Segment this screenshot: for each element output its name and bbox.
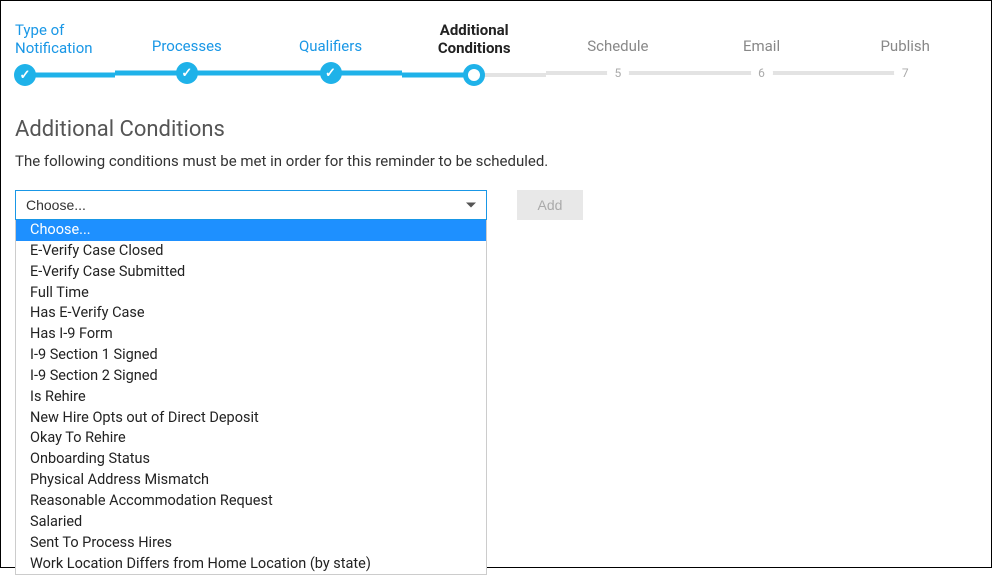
page-description: The following conditions must be met in … — [15, 152, 977, 170]
check-icon — [320, 62, 342, 84]
step-label: Publish — [880, 21, 929, 61]
step-1[interactable]: Type of Notification — [15, 21, 115, 87]
condition-dropdown: Choose...E-Verify Case ClosedE-Verify Ca… — [15, 220, 487, 575]
step-7: Publish7 — [833, 21, 977, 85]
step-track — [402, 63, 546, 87]
dropdown-option[interactable]: New Hire Opts out of Direct Deposit — [16, 408, 486, 429]
step-label: Email — [743, 21, 780, 61]
condition-select-wrap: Choose... Choose...E-Verify Case ClosedE… — [15, 190, 487, 220]
step-track — [259, 61, 403, 85]
dropdown-option[interactable]: Is Rehire — [16, 387, 486, 408]
step-track — [115, 61, 259, 85]
dropdown-option[interactable]: Choose... — [16, 220, 486, 241]
step-label: Type of Notification — [15, 21, 93, 63]
step-4[interactable]: Additional Conditions — [402, 21, 546, 87]
step-5: Schedule5 — [546, 21, 690, 85]
wizard-stepper: Type of Notification Processes Qualifiers A… — [15, 21, 977, 87]
step-label: Qualifiers — [299, 21, 362, 61]
dropdown-option[interactable]: Sent To Process Hires — [16, 533, 486, 554]
check-icon — [176, 62, 198, 84]
check-icon — [14, 64, 36, 86]
step-label: Additional Conditions — [438, 21, 511, 63]
page-title: Additional Conditions — [15, 117, 977, 142]
condition-select[interactable]: Choose... — [15, 190, 487, 220]
step-2[interactable]: Processes — [115, 21, 259, 85]
dropdown-option[interactable]: Onboarding Status — [16, 449, 486, 470]
dropdown-option[interactable]: Okay To Rehire — [16, 428, 486, 449]
dropdown-option[interactable]: Salaried — [16, 512, 486, 533]
step-dot: 6 — [751, 62, 773, 84]
step-dot: 5 — [607, 62, 629, 84]
step-3[interactable]: Qualifiers — [259, 21, 403, 85]
dropdown-option[interactable]: Reasonable Accommodation Request — [16, 491, 486, 512]
dropdown-option[interactable]: Full Time — [16, 283, 486, 304]
condition-controls: Choose... Choose...E-Verify Case ClosedE… — [15, 190, 977, 220]
step-dot: 7 — [894, 62, 916, 84]
step-label: Processes — [152, 21, 222, 61]
dropdown-option[interactable]: Physical Address Mismatch — [16, 470, 486, 491]
step-track: 7 — [833, 61, 977, 85]
add-button[interactable]: Add — [517, 190, 583, 220]
step-label: Schedule — [587, 21, 648, 61]
step-track — [15, 63, 115, 87]
step-dot — [463, 64, 485, 86]
step-track: 5 — [546, 61, 690, 85]
step-track: 6 — [690, 61, 834, 85]
dropdown-option[interactable]: E-Verify Case Submitted — [16, 262, 486, 283]
step-6: Email6 — [690, 21, 834, 85]
dropdown-option[interactable]: E-Verify Case Closed — [16, 241, 486, 262]
dropdown-option[interactable]: I-9 Section 1 Signed — [16, 345, 486, 366]
dropdown-option[interactable]: Has I-9 Form — [16, 324, 486, 345]
dropdown-option[interactable]: I-9 Section 2 Signed — [16, 366, 486, 387]
dropdown-option[interactable]: Has E-Verify Case — [16, 303, 486, 324]
dropdown-option[interactable]: Work Location Differs from Home Location… — [16, 554, 486, 575]
